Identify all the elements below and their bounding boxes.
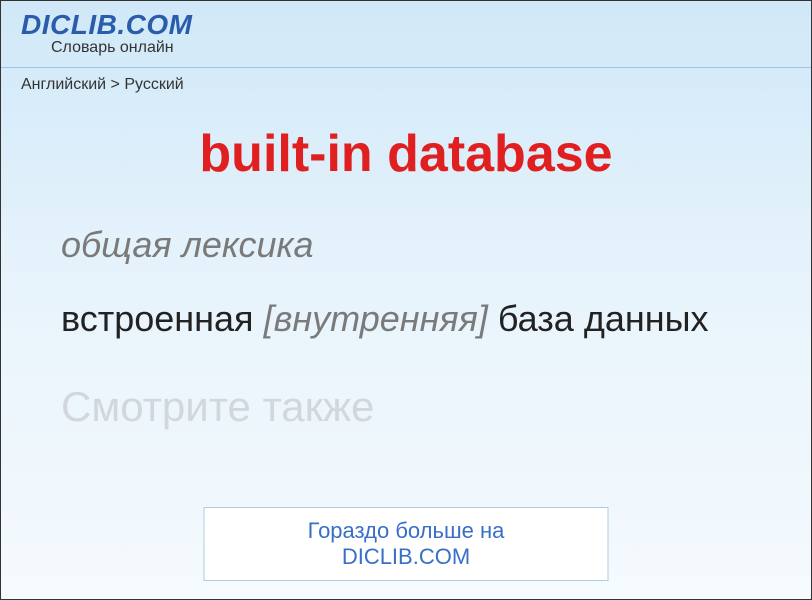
breadcrumb: Английский > Русский (1, 76, 811, 94)
header-divider (1, 67, 811, 68)
entry-title: built-in database (1, 124, 811, 184)
breadcrumb-separator: > (111, 76, 120, 93)
breadcrumb-from[interactable]: Английский (21, 76, 106, 93)
site-logo[interactable]: DICLIB.COM (21, 9, 791, 41)
site-subtitle: Словарь онлайн (51, 39, 791, 57)
definition-prefix: встроенная (61, 298, 264, 339)
definition-bracket: [внутренняя] (264, 298, 488, 339)
more-on-diclib-button[interactable]: Гораздо больше на DICLIB.COM (204, 507, 609, 581)
entry-definition: встроенная [внутренняя] база данных (61, 296, 751, 343)
definition-suffix: база данных (488, 298, 709, 339)
entry-category: общая лексика (61, 224, 751, 266)
breadcrumb-to[interactable]: Русский (124, 76, 183, 93)
see-also-heading: Смотрите также (61, 383, 751, 431)
